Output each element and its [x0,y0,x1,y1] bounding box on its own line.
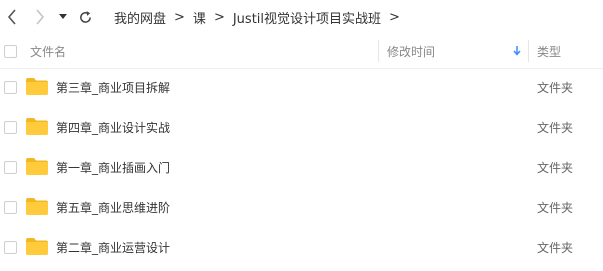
file-type: 文件夹 [537,120,574,135]
navigation-toolbar: 我的网盘 > 课 > Justil视觉设计项目实战班 > [0,0,603,34]
chevron-left-icon[interactable] [2,6,22,28]
breadcrumb: 我的网盘 > 课 > Justil视觉设计项目实战班 > [114,0,408,34]
refresh-icon[interactable] [74,6,96,28]
file-type: 文件夹 [537,240,574,255]
file-row[interactable]: 第三章_商业项目拆解 文件夹 [0,67,603,107]
arrow-down-icon[interactable] [513,34,521,68]
file-name[interactable]: 第五章_商业思维进阶 [56,187,170,227]
folder-icon [26,118,48,135]
row-checkbox[interactable] [4,121,17,134]
caret-down-icon[interactable] [56,6,70,28]
file-name[interactable]: 第三章_商业项目拆解 [56,67,170,107]
file-name[interactable]: 第一章_商业插画入门 [56,147,170,187]
file-row[interactable]: 第四章_商业设计实战 文件夹 [0,107,603,147]
file-type: 文件夹 [537,80,574,95]
file-row[interactable]: 第五章_商业思维进阶 文件夹 [0,187,603,227]
breadcrumb-separator: > [174,9,185,25]
folder-icon [26,158,48,175]
row-checkbox[interactable] [4,201,17,214]
column-divider[interactable] [378,40,379,62]
row-checkbox[interactable] [4,81,17,94]
row-checkbox[interactable] [4,161,17,174]
breadcrumb-separator: > [389,9,400,25]
column-header-name[interactable]: 文件名 [30,34,66,68]
file-row[interactable]: 第二章_商业运营设计 文件夹 [0,227,603,267]
folder-icon [26,198,48,215]
file-type: 文件夹 [537,160,574,175]
file-row[interactable]: 第一章_商业插画入门 文件夹 [0,147,603,187]
breadcrumb-item-course[interactable]: 课 [193,8,206,27]
row-checkbox[interactable] [4,241,17,254]
breadcrumb-separator: > [213,9,225,25]
folder-icon [26,78,48,95]
column-divider[interactable] [528,40,529,62]
column-header-modified[interactable]: 修改时间 [387,34,435,68]
breadcrumb-item-my-drive[interactable]: 我的网盘 [114,8,166,27]
file-name[interactable]: 第二章_商业运营设计 [56,227,170,267]
column-header-type[interactable]: 类型 [537,34,561,68]
select-all-checkbox[interactable] [4,45,17,58]
file-list-header: 文件名 修改时间 类型 [0,34,603,69]
chevron-right-icon[interactable] [30,6,50,28]
file-name[interactable]: 第四章_商业设计实战 [56,107,170,147]
folder-icon [26,238,48,255]
file-type: 文件夹 [537,200,574,215]
breadcrumb-item-current-folder[interactable]: Justil视觉设计项目实战班 [233,8,381,27]
